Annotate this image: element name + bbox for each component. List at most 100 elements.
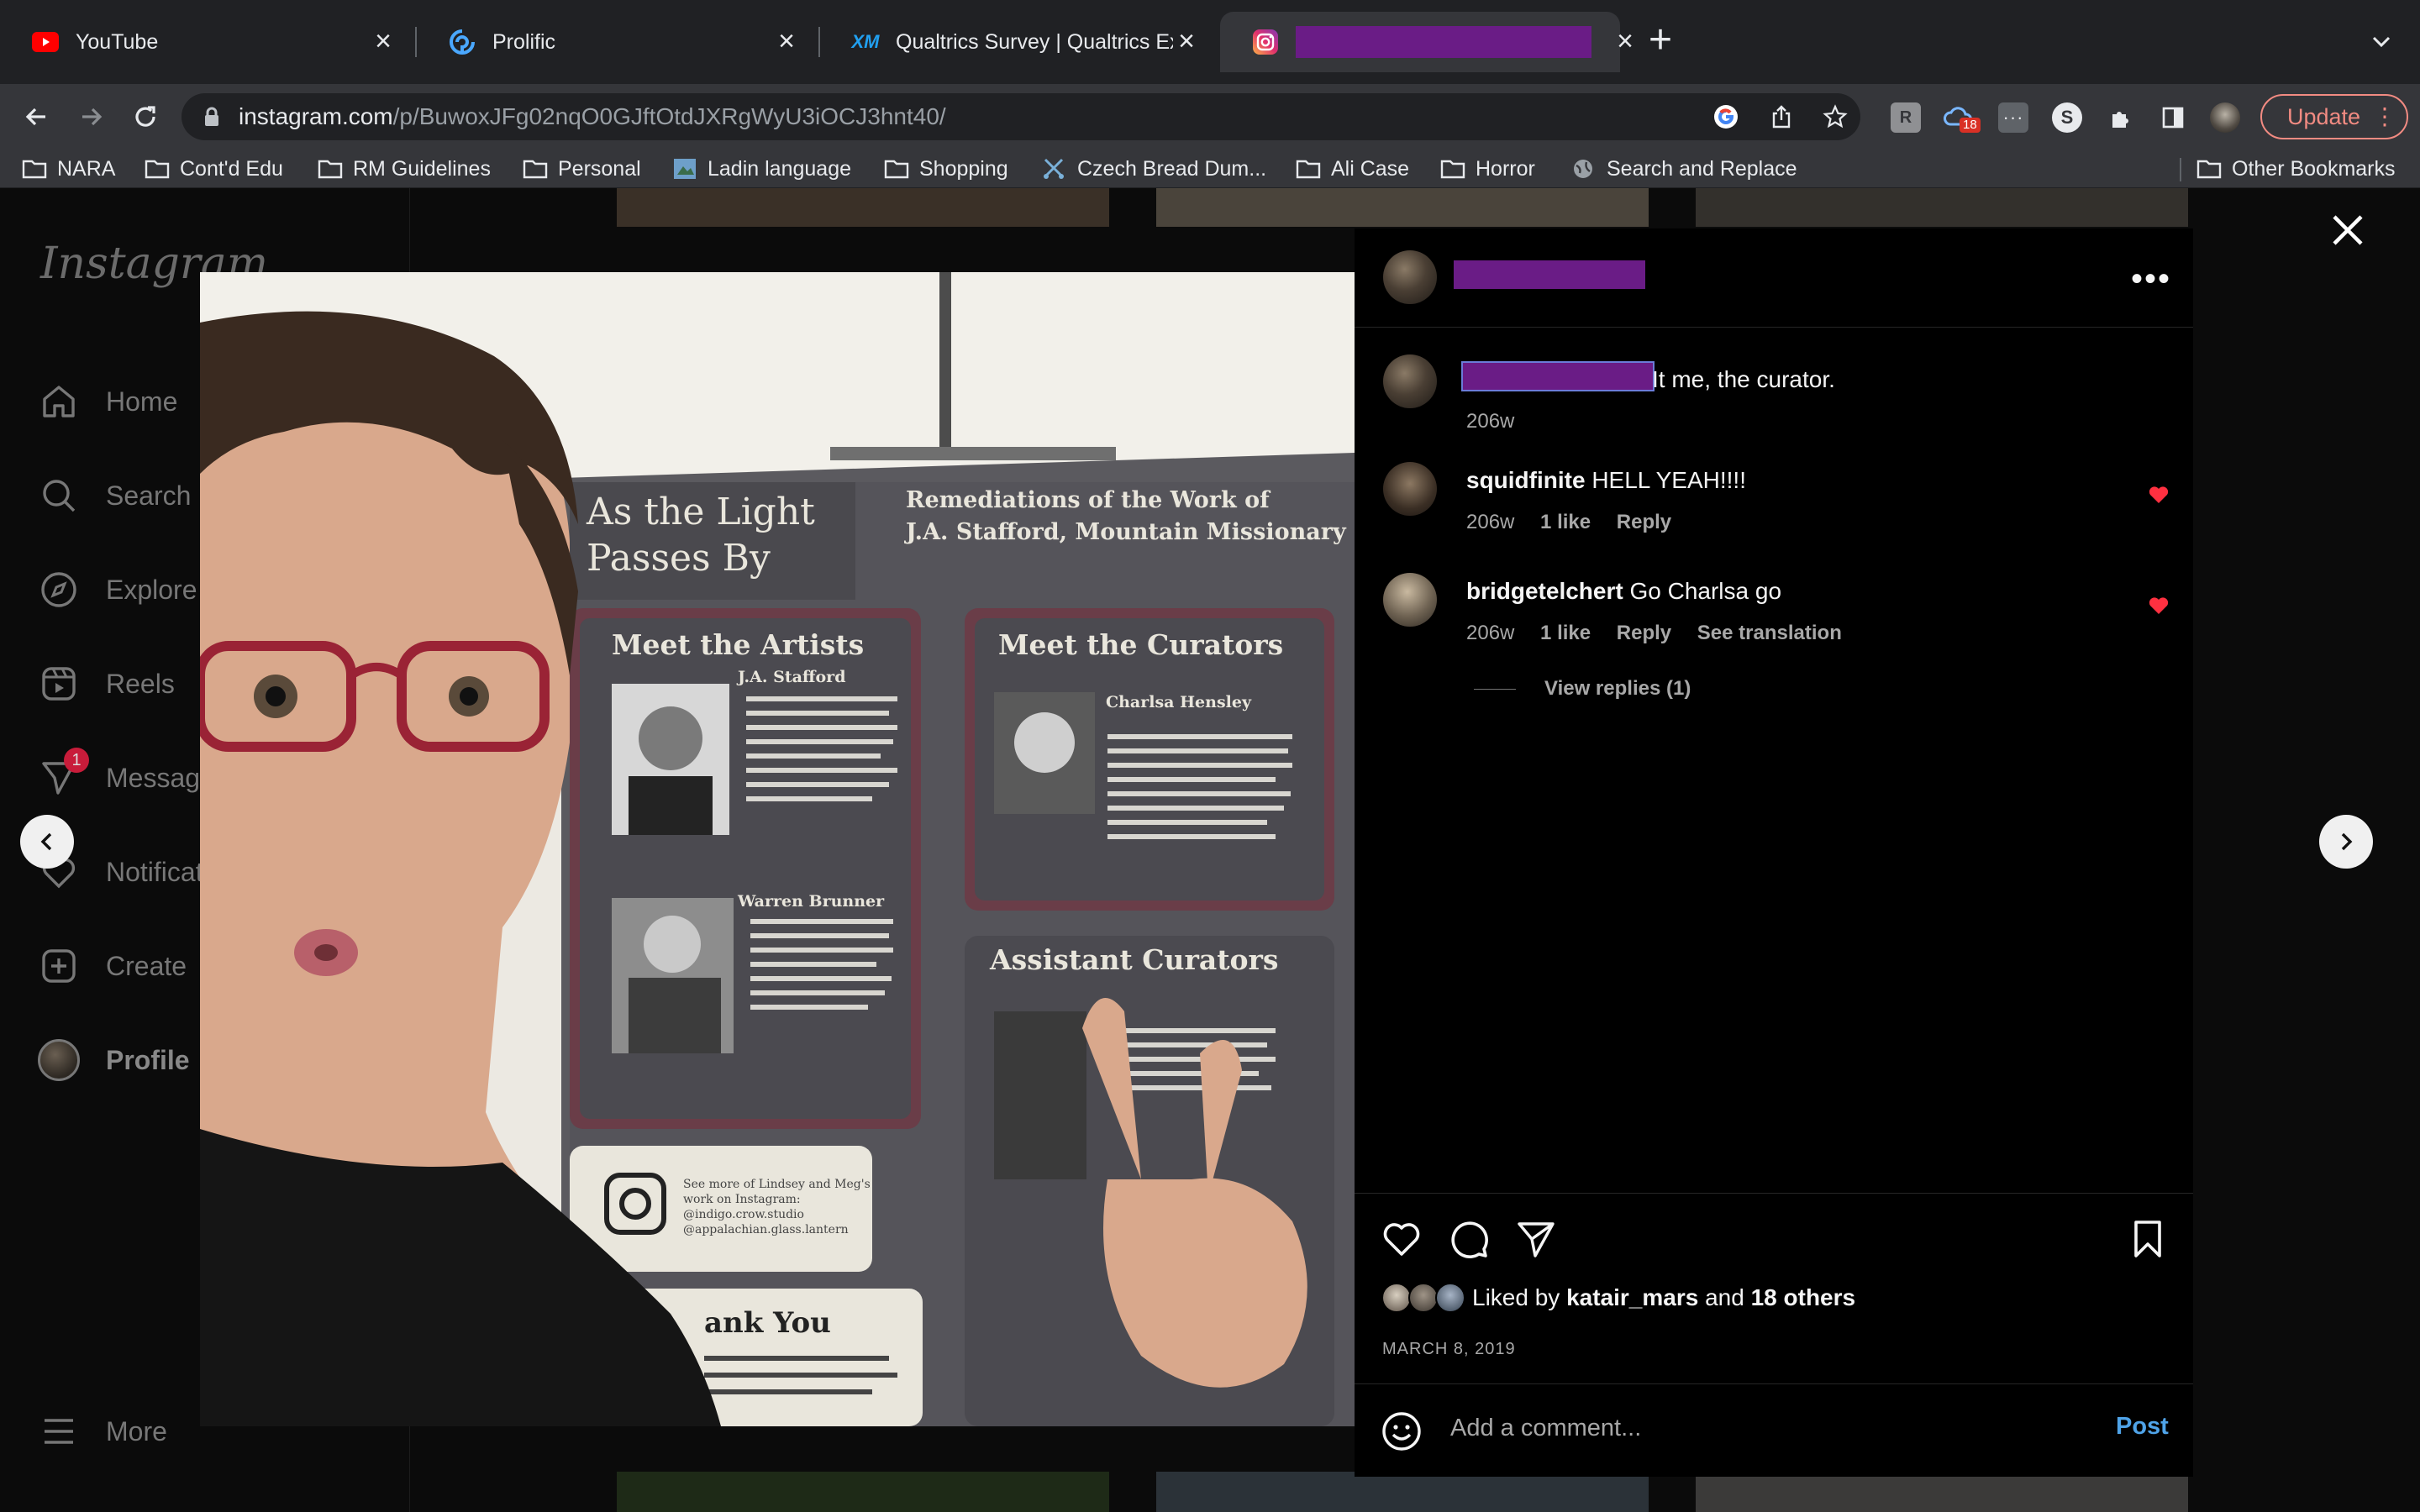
bookmark-czech-bread[interactable]: Czech Bread Dum... — [1042, 150, 1266, 188]
liked-by-others-link[interactable]: 18 others — [1751, 1284, 1856, 1311]
back-button[interactable] — [15, 96, 57, 138]
chevron-right-icon — [2341, 832, 2353, 851]
folder-icon — [318, 160, 343, 179]
close-tab-icon[interactable]: × — [370, 27, 397, 55]
like-icon[interactable] — [1380, 1217, 1423, 1261]
more-vert-icon[interactable]: ⋮ — [2373, 96, 2396, 138]
see-translation-link[interactable]: See translation — [1697, 622, 1842, 644]
bookmark-ali-case[interactable]: Ali Case — [1296, 150, 1409, 188]
emoji-icon[interactable] — [1380, 1410, 1423, 1453]
more-options-icon[interactable]: ••• — [2131, 260, 2171, 298]
tab-title: Prolific — [492, 29, 556, 54]
close-tab-icon[interactable]: × — [1173, 27, 1200, 55]
author-avatar[interactable] — [1383, 250, 1437, 304]
post-actions: Liked by katair_mars and 18 others MARCH… — [1355, 1193, 2193, 1477]
chevron-down-icon[interactable] — [2365, 25, 2398, 59]
profile-avatar[interactable] — [2210, 102, 2240, 133]
bookmark-label: Czech Bread Dum... — [1077, 156, 1267, 181]
close-tab-icon[interactable]: × — [773, 27, 800, 55]
comment-username[interactable]: bridgetelchert — [1466, 578, 1623, 604]
tab-prolific[interactable]: Prolific × — [417, 12, 818, 72]
google-icon[interactable] — [1712, 103, 1739, 130]
s-extension-icon[interactable]: S — [2052, 102, 2082, 133]
close-icon[interactable] — [2328, 210, 2368, 250]
search-icon — [37, 474, 81, 517]
comment-text: bridgetelchert Go Charlsa go — [1466, 578, 1781, 605]
update-button[interactable]: Update ⋮ — [2260, 94, 2408, 139]
tab-title: Qualtrics Survey | Qualtrics Experience … — [896, 29, 1173, 54]
bookmark-label: RM Guidelines — [353, 156, 491, 181]
reply-button[interactable]: Reply — [1617, 622, 1671, 644]
nav-label: Explore — [106, 574, 197, 605]
address-bar[interactable]: instagram.com/p/BuwoxJFg02nqO0GJftOtdJXR… — [182, 93, 1860, 140]
previous-post-button[interactable] — [20, 815, 74, 869]
bookmark-contd-edu[interactable]: Cont'd Edu — [145, 150, 283, 188]
author-username-redacted[interactable] — [1454, 260, 1645, 289]
liked-by-username[interactable]: katair_mars — [1566, 1284, 1698, 1311]
svg-text:Remediations of the Work of: Remediations of the Work of — [906, 487, 1271, 513]
dots-extension-icon[interactable]: ··· — [1998, 102, 2028, 133]
lock-icon[interactable] — [200, 105, 224, 129]
post-date[interactable]: MARCH 8, 2019 — [1382, 1340, 1516, 1359]
close-tab-icon[interactable]: × — [1612, 27, 1639, 55]
post-comment-button[interactable]: Post — [2116, 1413, 2169, 1441]
feed-thumbnail — [1696, 1472, 2188, 1512]
extension-icon[interactable]: R — [1891, 102, 1921, 133]
bookmark-horror[interactable]: Horror — [1440, 150, 1535, 188]
view-replies-label: View replies (1) — [1544, 677, 1691, 700]
puzzle-icon[interactable] — [2106, 102, 2136, 133]
folder-icon — [884, 160, 909, 179]
side-panel-icon[interactable] — [2158, 102, 2188, 133]
commenter-avatar[interactable] — [1383, 462, 1437, 516]
next-post-button[interactable] — [2319, 815, 2373, 869]
avatar — [1381, 1283, 1412, 1313]
tab-youtube[interactable]: YouTube × — [0, 12, 415, 72]
new-tab-button[interactable]: + — [1640, 20, 1681, 62]
reels-icon — [37, 662, 81, 706]
nav-search[interactable]: Search — [37, 470, 191, 521]
share-icon[interactable] — [1514, 1217, 1558, 1261]
svg-text:@appalachian.glass.lantern: @appalachian.glass.lantern — [683, 1223, 849, 1236]
post-photo[interactable]: As the Light Passes By Remediations of t… — [200, 272, 1355, 1426]
comment-username[interactable]: squidfinite — [1466, 467, 1586, 493]
liked-heart-icon[interactable] — [2148, 595, 2170, 617]
reload-button[interactable] — [124, 96, 166, 138]
liked-heart-icon[interactable] — [2148, 484, 2170, 506]
bookmark-ladin-language[interactable]: Ladin language — [672, 150, 851, 188]
comment-likes-link[interactable]: 1 like — [1540, 622, 1591, 644]
cloud-extension-icon[interactable]: 18 — [1943, 102, 1981, 133]
liked-by-summary[interactable]: Liked by katair_mars and 18 others — [1381, 1281, 1855, 1315]
messenger-icon: 1 — [37, 748, 89, 800]
bookmark-search-and-replace[interactable]: Search and Replace — [1571, 150, 1797, 188]
forward-button[interactable] — [71, 96, 113, 138]
nav-more[interactable]: More — [37, 1406, 167, 1457]
nav-home[interactable]: Home — [37, 376, 177, 427]
nav-explore[interactable]: Explore — [37, 564, 197, 615]
share-icon[interactable] — [1768, 103, 1795, 130]
view-replies-button[interactable]: View replies (1) — [1474, 677, 1691, 701]
comment-icon[interactable] — [1447, 1217, 1491, 1261]
commenter-avatar[interactable] — [1383, 573, 1437, 627]
bookmark-icon[interactable] — [2126, 1217, 2170, 1261]
caption-username-redacted[interactable] — [1461, 361, 1655, 391]
bookmark-other[interactable]: Other Bookmarks — [2196, 150, 2396, 188]
url-text[interactable]: instagram.com/p/BuwoxJFg02nqO0GJftOtdJXR… — [239, 93, 946, 140]
post-detail-panel: ••• It me, the curator. 206w squidfinite… — [1355, 228, 2193, 1477]
author-avatar[interactable] — [1383, 354, 1437, 408]
nav-create[interactable]: Create — [37, 941, 187, 991]
bookmark-label: NARA — [57, 156, 116, 181]
bookmark-shopping[interactable]: Shopping — [884, 150, 1008, 188]
bookmark-label: Ali Case — [1331, 156, 1410, 181]
nav-profile[interactable]: Profile — [37, 1035, 190, 1085]
reply-button[interactable]: Reply — [1617, 511, 1671, 533]
liked-by-and: and — [1705, 1284, 1744, 1310]
bookmark-nara[interactable]: NARA — [22, 150, 115, 188]
bookmark-rm-guidelines[interactable]: RM Guidelines — [318, 150, 491, 188]
comment-input[interactable]: Add a comment... — [1450, 1415, 1641, 1442]
tab-qualtrics[interactable]: XM Qualtrics Survey | Qualtrics Experien… — [820, 12, 1218, 72]
star-icon[interactable] — [1822, 103, 1849, 130]
tab-instagram[interactable]: × — [1220, 12, 1634, 72]
bookmark-personal[interactable]: Personal — [523, 150, 641, 188]
nav-reels[interactable]: Reels — [37, 659, 175, 709]
comment-likes-link[interactable]: 1 like — [1540, 511, 1591, 533]
